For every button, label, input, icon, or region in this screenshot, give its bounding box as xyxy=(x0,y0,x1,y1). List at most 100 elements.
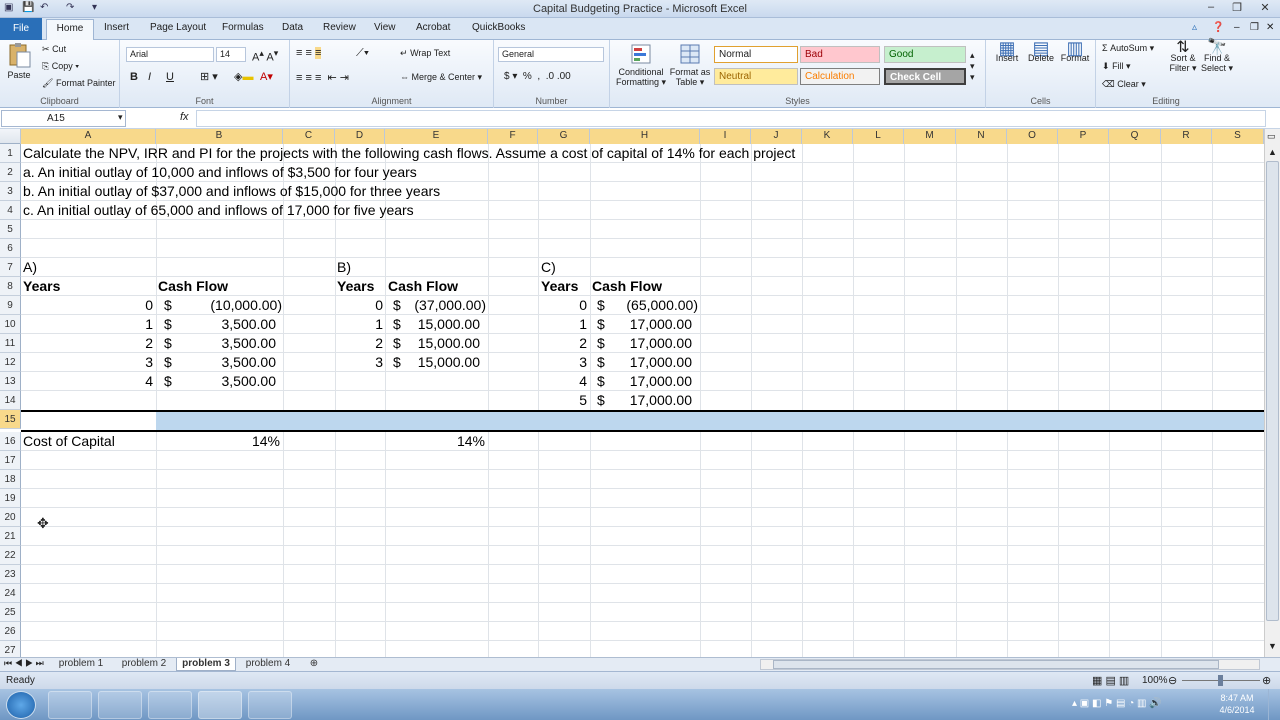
vertical-align-icons[interactable]: ≡ ≡ ≡ xyxy=(296,47,322,59)
row-header[interactable]: 26 xyxy=(0,622,21,641)
col-header-n[interactable]: N xyxy=(956,129,1007,144)
close-icon[interactable]: ✕ xyxy=(1254,1,1276,16)
sheet-tab-problem-3[interactable]: problem 3 xyxy=(176,658,236,671)
cell-b8[interactable]: Cash Flow xyxy=(158,277,228,296)
sheet-tab-problem-2[interactable]: problem 2 xyxy=(116,658,172,671)
cell-e11[interactable]: 15,000.00 xyxy=(385,334,480,353)
fill-button[interactable]: ⬇ Fill ▾ xyxy=(1102,61,1131,72)
cell-a16[interactable]: Cost of Capital xyxy=(23,432,115,451)
taskbar-explorer-icon[interactable] xyxy=(98,691,142,719)
tab-review[interactable]: Review xyxy=(323,22,356,33)
cell-d10[interactable]: 1 xyxy=(335,315,383,334)
col-header-s[interactable]: S xyxy=(1212,129,1264,144)
sheet-nav-icons[interactable]: ⏮ ◀ ▶ ⏭ xyxy=(4,658,44,669)
tab-home[interactable]: Home xyxy=(46,19,94,40)
cell-e8[interactable]: Cash Flow xyxy=(388,277,458,296)
style-check-cell[interactable]: Check Cell xyxy=(884,68,966,85)
cell-g12[interactable]: 3 xyxy=(538,353,587,372)
clear-button[interactable]: ⌫ Clear ▾ xyxy=(1102,79,1146,90)
paste-button[interactable]: Paste xyxy=(4,42,34,80)
cell-a4[interactable]: c. An initial outlay of 65,000 and inflo… xyxy=(23,201,414,220)
cell-g13[interactable]: 4 xyxy=(538,372,587,391)
horizontal-scroll-thumb[interactable] xyxy=(773,660,1219,669)
cell-g11[interactable]: 2 xyxy=(538,334,587,353)
row-header[interactable]: 4 xyxy=(0,201,21,220)
col-header-f[interactable]: F xyxy=(488,129,538,144)
row-header[interactable]: 24 xyxy=(0,584,21,603)
underline-button[interactable]: U xyxy=(166,71,174,83)
row-header[interactable]: 22 xyxy=(0,546,21,565)
font-size-select[interactable]: 14 xyxy=(216,47,246,62)
styles-scroll-icon[interactable]: ▴ ▾ ▾ xyxy=(970,50,975,83)
clock[interactable]: 8:47 AM 4/6/2014 xyxy=(1212,692,1262,716)
row-header[interactable]: 10 xyxy=(0,315,21,334)
tab-view[interactable]: View xyxy=(374,22,396,33)
collapse-ribbon-icon[interactable]: ▵ xyxy=(1192,22,1197,33)
col-header-k[interactable]: K xyxy=(802,129,853,144)
tab-page-layout[interactable]: Page Layout xyxy=(150,22,206,33)
style-good[interactable]: Good xyxy=(884,46,966,63)
fx-icon[interactable]: fx xyxy=(180,111,189,123)
cell-a10[interactable]: 1 xyxy=(21,315,153,334)
autosum-button[interactable]: Σ AutoSum ▾ xyxy=(1102,43,1154,54)
name-box[interactable]: A15 xyxy=(1,110,126,127)
view-buttons[interactable]: ▦ ▤ ▥ xyxy=(1092,674,1129,687)
col-header-q[interactable]: Q xyxy=(1109,129,1161,144)
row-header[interactable]: 23 xyxy=(0,565,21,584)
cut-button[interactable]: ✂ Cut xyxy=(42,44,66,55)
row-header[interactable]: 12 xyxy=(0,353,21,372)
row-header[interactable]: 16 xyxy=(0,432,21,451)
restore-icon[interactable]: ❐ xyxy=(1226,1,1248,16)
wrap-text-button[interactable]: ↵ Wrap Text xyxy=(400,48,450,59)
col-header-p[interactable]: P xyxy=(1058,129,1109,144)
cell-a2[interactable]: a. An initial outlay of 10,000 and inflo… xyxy=(23,163,417,182)
sort-filter-button[interactable]: ⇅ Sort & Filter ▾ xyxy=(1166,40,1200,74)
cell-h13[interactable]: 17,000.00 xyxy=(590,372,692,391)
col-header-h[interactable]: H xyxy=(590,129,700,144)
col-header-m[interactable]: M xyxy=(904,129,956,144)
doc-close-icon[interactable]: ✕ xyxy=(1266,22,1274,33)
col-header-e[interactable]: E xyxy=(385,129,488,144)
font-name-select[interactable]: Arial xyxy=(126,47,214,62)
borders-icon[interactable]: ⊞ ▾ xyxy=(200,70,218,83)
cell-a9[interactable]: 0 xyxy=(21,296,153,315)
minimize-icon[interactable]: – xyxy=(1200,1,1222,16)
tab-insert[interactable]: Insert xyxy=(104,22,129,33)
selected-row-15[interactable] xyxy=(21,410,1264,432)
cell-a8[interactable]: Years xyxy=(23,277,60,296)
cell-h9[interactable]: (65,000.00) xyxy=(590,296,698,315)
tab-formulas[interactable]: Formulas xyxy=(222,22,264,33)
cell-d12[interactable]: 3 xyxy=(335,353,383,372)
cell-b10[interactable]: 3,500.00 xyxy=(156,315,277,334)
cell-h10[interactable]: 17,000.00 xyxy=(590,315,692,334)
cell-e10[interactable]: 15,000.00 xyxy=(385,315,480,334)
cell-b11[interactable]: 3,500.00 xyxy=(156,334,277,353)
font-color-icon[interactable]: A▾ xyxy=(260,70,273,83)
formula-input[interactable] xyxy=(196,110,1266,127)
cell-g14[interactable]: 5 xyxy=(538,391,587,410)
row-header[interactable]: 11 xyxy=(0,334,21,353)
sheet-tab-problem-4[interactable]: problem 4 xyxy=(240,658,296,671)
cell-a1[interactable]: Calculate the NPV, IRR and PI for the pr… xyxy=(23,144,795,163)
format-painter-button[interactable]: 🖌 Format Painter xyxy=(42,78,115,89)
row-header[interactable]: 9 xyxy=(0,296,21,315)
cell-d7[interactable]: B) xyxy=(337,258,351,277)
col-header-g[interactable]: G xyxy=(538,129,590,144)
cell-a12[interactable]: 3 xyxy=(21,353,153,372)
cell-a7[interactable]: A) xyxy=(23,258,37,277)
zoom-slider-thumb[interactable] xyxy=(1218,675,1223,686)
row-header[interactable]: 1 xyxy=(0,144,21,163)
taskbar-chrome-icon[interactable] xyxy=(148,691,192,719)
col-header-l[interactable]: L xyxy=(853,129,904,144)
scroll-down-icon[interactable]: ▼ xyxy=(1268,641,1277,651)
format-as-table-button[interactable]: Format as Table ▾ xyxy=(668,43,712,87)
cell-a3[interactable]: b. An initial outlay of $37,000 and infl… xyxy=(23,182,440,201)
row-header[interactable]: 14 xyxy=(0,391,21,410)
col-header-j[interactable]: J xyxy=(751,129,802,144)
worksheet-grid[interactable]: Calculate the NPV, IRR and PI for the pr… xyxy=(21,144,1264,657)
orientation-icon[interactable]: ⟋▾ xyxy=(356,47,369,60)
cell-h12[interactable]: 17,000.00 xyxy=(590,353,692,372)
new-sheet-icon[interactable]: ⊕ xyxy=(304,658,324,671)
cell-b12[interactable]: 3,500.00 xyxy=(156,353,277,372)
cell-a11[interactable]: 2 xyxy=(21,334,153,353)
